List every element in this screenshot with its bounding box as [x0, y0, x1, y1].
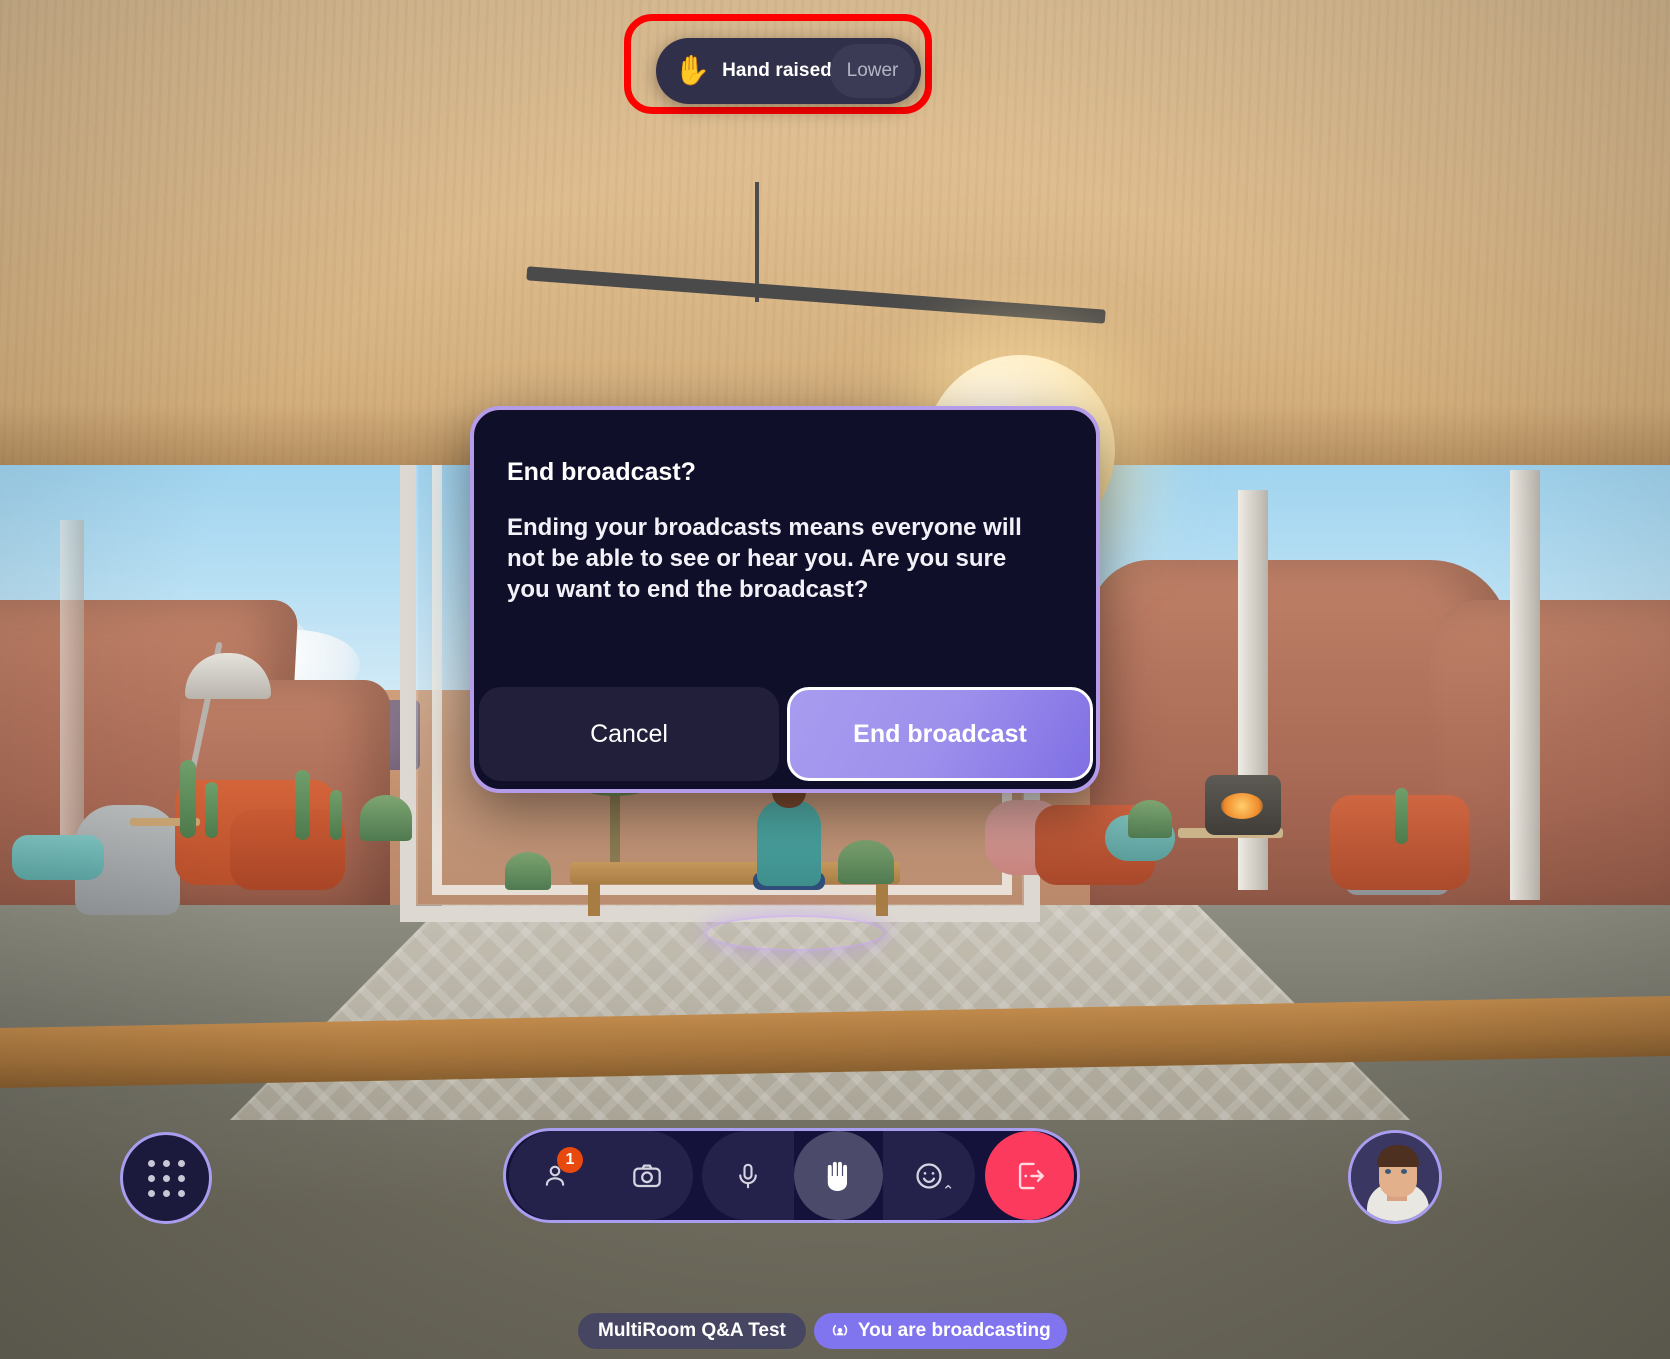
- leave-button[interactable]: [985, 1131, 1074, 1220]
- raise-hand-button[interactable]: [793, 1131, 883, 1220]
- reactions-button[interactable]: ⌃: [882, 1131, 975, 1220]
- raised-hand-icon: ✋: [674, 54, 711, 87]
- cancel-button[interactable]: Cancel: [479, 687, 779, 781]
- people-count-badge: 1: [557, 1147, 583, 1173]
- hand-icon: [827, 1161, 848, 1191]
- camera-button[interactable]: [601, 1131, 693, 1220]
- lower-hand-button[interactable]: Lower: [830, 44, 915, 98]
- meeting-toolbar: 1 ⌃: [503, 1128, 1080, 1223]
- toolbar-group-middle: ⌃: [701, 1131, 975, 1220]
- broadcast-icon: [832, 1324, 848, 1336]
- smiley-icon: [915, 1162, 942, 1189]
- microphone-icon: [738, 1163, 757, 1188]
- apps-grid-button[interactable]: [120, 1132, 212, 1224]
- toolbar-group-left: 1: [509, 1131, 693, 1220]
- hand-raised-toast: ✋ Hand raised Lower: [656, 38, 921, 104]
- microphone-button[interactable]: [701, 1131, 794, 1220]
- dialog-body-text: Ending your broadcasts means everyone wi…: [507, 514, 1022, 604]
- end-broadcast-dialog: End broadcast? Ending your broadcasts me…: [470, 406, 1100, 793]
- hand-raised-highlight-box: ✋ Hand raised Lower: [624, 14, 932, 114]
- status-chip-row: MultiRoom Q&A Test You are broadcasting: [578, 1313, 1067, 1349]
- broadcast-status-chip: You are broadcasting: [813, 1313, 1067, 1349]
- chevron-up-icon: ⌃: [941, 1183, 955, 1200]
- dialog-actions: Cancel End broadcast: [479, 687, 1096, 781]
- end-broadcast-button[interactable]: End broadcast: [787, 687, 1093, 781]
- avatar-eye: [1401, 1169, 1407, 1174]
- exit-door-icon: [1018, 1162, 1044, 1189]
- self-avatar-button[interactable]: [1348, 1130, 1442, 1224]
- broadcast-status-text: You are broadcasting: [857, 1320, 1051, 1341]
- dialog-title: End broadcast?: [507, 458, 696, 486]
- avatar-eye: [1385, 1169, 1391, 1174]
- apps-grid-icon: [147, 1159, 185, 1197]
- camera-icon: [633, 1163, 661, 1187]
- hand-raised-label: Hand raised: [722, 60, 832, 81]
- people-button[interactable]: 1: [509, 1131, 601, 1220]
- room-name-chip: MultiRoom Q&A Test: [578, 1313, 806, 1349]
